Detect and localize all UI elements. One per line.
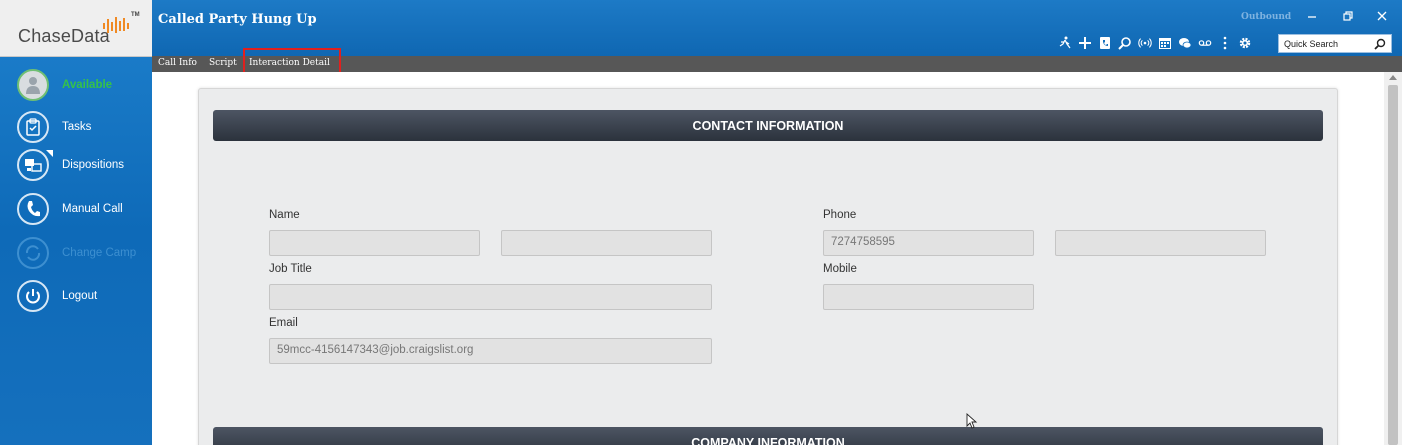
job-title-field[interactable] [269,284,712,310]
power-icon [17,280,49,312]
walk-icon[interactable] [1058,36,1072,50]
plus-icon[interactable] [1078,36,1092,50]
calendar-icon[interactable] [1158,36,1172,50]
broadcast-icon[interactable] [1138,36,1152,50]
phone-extension-field[interactable] [1055,230,1266,256]
phone-book-icon[interactable] [1098,36,1112,50]
phone-field[interactable]: 7274758595 [823,230,1034,256]
last-name-field[interactable] [501,230,712,256]
interaction-detail-panel: CONTACT INFORMATION Name Job Title Email… [198,88,1338,445]
minimize-icon[interactable] [1304,9,1320,25]
quick-search-placeholder: Quick Search [1284,39,1339,49]
more-vertical-icon[interactable] [1218,36,1232,50]
email-field[interactable]: 59mcc-4156147343@job.craigslist.org [269,338,712,364]
scrollbar-thumb[interactable] [1388,85,1398,445]
sidebar-item-change-camp: Change Camp [17,236,136,270]
mouse-cursor-icon [966,413,978,429]
restore-icon[interactable] [1340,9,1356,25]
job-title-label: Job Title [269,263,312,275]
sidebar-item-manual-call[interactable]: Manual Call [17,192,123,226]
corner-flag-icon [46,150,53,157]
logo-trademark: TM [131,12,140,18]
call-direction-label: Outbound [1241,12,1292,22]
sidebar-item-label: Logout [62,290,98,302]
logo-text: ChaseData [18,26,110,46]
vertical-scrollbar[interactable] [1384,72,1402,445]
sidebar-item-logout[interactable]: Logout [17,279,97,313]
sidebar-item-label: Manual Call [62,203,123,215]
company-section-header: COMPANY INFORMATION [213,427,1323,445]
sidebar-item-label: Available [62,79,113,91]
tab-script[interactable]: Script [209,58,237,68]
email-label: Email [269,317,298,329]
contact-section-title: CONTACT INFORMATION [692,118,844,133]
chat-icon[interactable] [1178,36,1192,50]
first-name-field[interactable] [269,230,480,256]
name-label: Name [269,209,300,221]
phone-icon [17,193,49,225]
sidebar-item-label: Change Camp [62,247,137,259]
logo: ChaseData TM [0,0,152,57]
mobile-field[interactable] [823,284,1034,310]
sidebar: Available Tasks Dispositions Manual Call… [0,57,152,445]
tab-call-info[interactable]: Call Info [158,58,197,68]
main-content: CONTACT INFORMATION Name Job Title Email… [152,72,1402,445]
logo-mark-icon [103,17,129,33]
quick-search-input[interactable]: Quick Search [1278,34,1392,53]
sidebar-item-available[interactable]: Available [17,68,112,102]
clipboard-icon [17,111,49,143]
quick-search-icon[interactable] [1374,38,1386,50]
sidebar-item-dispositions[interactable]: Dispositions [17,148,124,182]
window-title: Called Party Hung Up [158,12,317,27]
phone-label: Phone [823,209,857,221]
refresh-icon [17,237,49,269]
close-icon[interactable] [1374,9,1390,25]
dispositions-icon [17,149,53,181]
scroll-up-icon[interactable] [1389,75,1397,80]
sidebar-item-label: Dispositions [62,159,124,171]
search-icon[interactable] [1118,36,1132,50]
mobile-label: Mobile [823,263,857,275]
sidebar-item-label: Tasks [62,121,92,133]
gear-icon[interactable] [1238,36,1252,50]
toolbar-icons [1058,36,1252,52]
sidebar-item-tasks[interactable]: Tasks [17,110,91,144]
company-section-title: COMPANY INFORMATION [691,435,845,445]
contact-section-header: CONTACT INFORMATION [213,110,1323,141]
user-icon [17,69,49,101]
voicemail-icon[interactable] [1198,36,1212,50]
